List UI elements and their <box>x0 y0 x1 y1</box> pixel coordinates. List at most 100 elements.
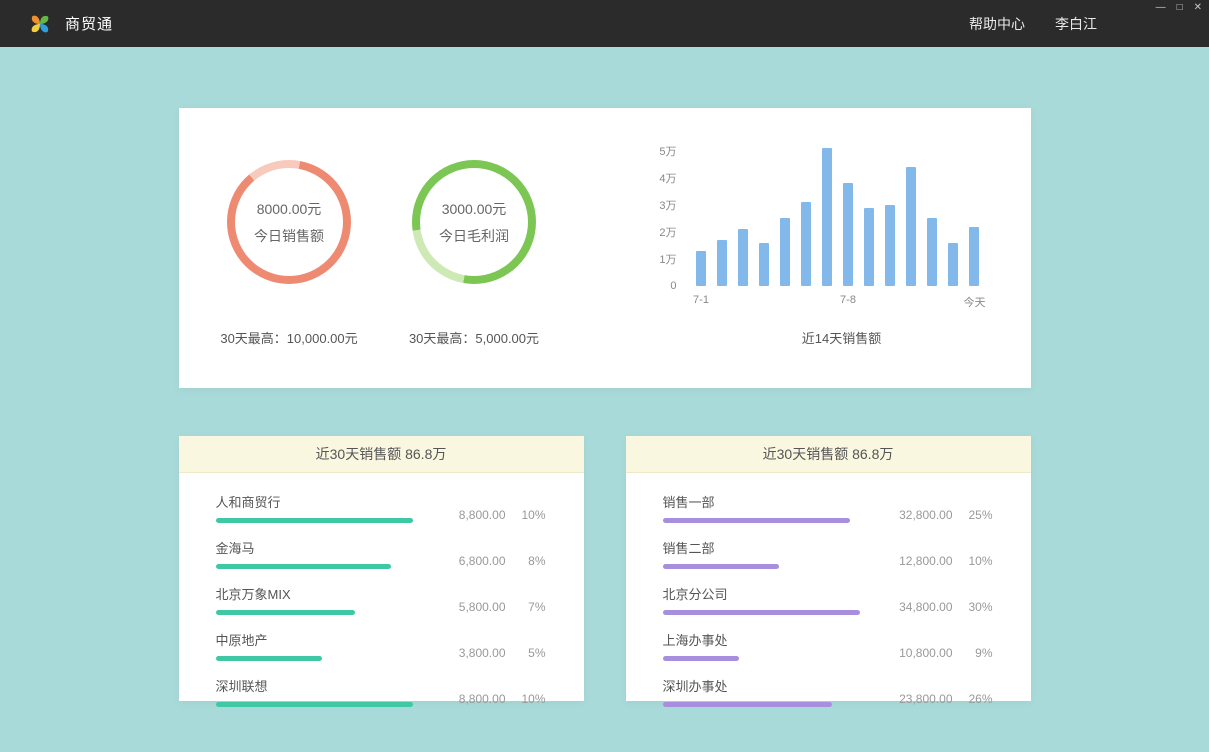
sales-label: 今日销售额 <box>235 226 343 246</box>
ranking-row-item: 销售一部 32,800.0025% <box>663 492 993 523</box>
ranking-item-name: 中原地产 <box>216 630 413 649</box>
ranking-row-left: 深圳办事处 <box>663 676 860 707</box>
topbar-menu: 帮助中心 李白江 <box>969 14 1097 34</box>
x-axis-tick: 7-1 <box>691 294 712 310</box>
bar <box>843 183 853 286</box>
ranking-item-percent: 5% <box>518 646 546 660</box>
bar-column <box>817 148 838 286</box>
bar <box>927 218 937 286</box>
ranking-row-right: 32,800.0025% <box>887 508 993 523</box>
ranking-item-bar <box>216 702 413 707</box>
x-axis-tick <box>817 294 838 310</box>
ranking-item-value: 32,800.00 <box>887 508 953 522</box>
x-axis-tick <box>901 294 922 310</box>
x-axis-tick <box>733 294 754 310</box>
x-axis-tick <box>775 294 796 310</box>
ranking-item-bar <box>663 656 740 661</box>
ranking-row-left: 上海办事处 <box>663 630 860 661</box>
ranking-item-name: 上海办事处 <box>663 630 860 649</box>
bar <box>969 227 979 286</box>
top-bar: 商贸通 帮助中心 李白江 — □ ✕ <box>0 0 1209 47</box>
bar-column <box>733 229 754 286</box>
today-profit-gauge: 3000.00元 今日毛利润 30天最高：5,000.00元 <box>392 160 557 388</box>
help-center-link[interactable]: 帮助中心 <box>969 14 1025 34</box>
ranking-item-value: 5,800.00 <box>440 600 506 614</box>
x-axis-tick <box>922 294 943 310</box>
ranking-row-right: 34,800.0030% <box>887 600 993 615</box>
ranking-row-item: 金海马6,800.008% <box>216 538 546 569</box>
ranking-item-name: 北京分公司 <box>663 584 860 603</box>
x-axis-tick <box>712 294 733 310</box>
ranking-item-value: 12,800.00 <box>887 554 953 568</box>
app-title: 商贸通 <box>65 13 113 34</box>
close-button[interactable]: ✕ <box>1194 2 1202 14</box>
ranking-item-bar <box>216 564 391 569</box>
ranking-row-left: 销售一部 <box>663 492 860 523</box>
ranking-item-name: 深圳办事处 <box>663 676 860 695</box>
ranking-row: 近30天销售额 86.8万 人和商贸行 8,800.00 10% 金海马6,800.0… <box>179 436 1031 701</box>
ranking-row-right: 8,800.00 10% <box>440 508 546 523</box>
bar-chart-x-axis: 7-1 7-8 今天 <box>651 294 993 310</box>
ranking-row-right: 3,800.005% <box>440 646 546 661</box>
ranking-item-value: 8,800.00 <box>440 508 506 522</box>
ranking-item-percent: 10% <box>518 692 546 706</box>
user-name-link[interactable]: 李白江 <box>1055 14 1097 34</box>
summary-card: 8000.00元 今日销售额 30天最高：10,000.00元 3000.00元… <box>179 108 1031 388</box>
x-axis-tick <box>754 294 775 310</box>
sales-30day-max: 30天最高：10,000.00元 <box>207 328 372 347</box>
ranking-row-right: 5,800.00 7% <box>440 600 546 615</box>
ranking-row-item: 北京万象MIX5,800.007% <box>216 584 546 615</box>
bar-chart-plot: 01万2万3万4万5万 <box>651 146 993 286</box>
sales-value: 8000.00元 <box>235 199 343 219</box>
department-ranking-card: 近30天销售额 86.8万 销售一部32,800.0025%销售二部12,800… <box>626 436 1031 701</box>
ranking-item-value: 34,800.00 <box>887 600 953 614</box>
x-axis-tick: 今天 <box>964 294 985 310</box>
bar-column <box>943 243 964 286</box>
profit-label: 今日毛利润 <box>420 226 528 246</box>
ranking-row-item: 中原地产 3,800.005% <box>216 630 546 661</box>
customer-ranking-card: 近30天销售额 86.8万 人和商贸行 8,800.00 10% 金海马6,800.0… <box>179 436 584 701</box>
sales-donut-ring: 8000.00元 今日销售额 <box>227 160 351 284</box>
profit-value: 3000.00元 <box>420 199 528 219</box>
ranking-row-item: 深圳办事处 23,800.0026% <box>663 676 993 707</box>
customer-ranking-title: 近30天销售额 86.8万 <box>179 436 584 473</box>
bar-column <box>964 227 985 286</box>
ranking-row-item: 深圳联想8,800.0010% <box>216 676 546 707</box>
ranking-item-percent: 10% <box>518 508 546 522</box>
bar-chart-caption: 近14天销售额 <box>651 328 993 347</box>
minimize-button[interactable]: — <box>1156 2 1166 14</box>
ranking-item-percent: 8% <box>518 554 546 568</box>
ranking-row-item: 人和商贸行 8,800.00 10% <box>216 492 546 523</box>
ranking-item-value: 23,800.00 <box>887 692 953 706</box>
bar-chart-bars <box>691 148 985 286</box>
ranking-item-name: 人和商贸行 <box>216 492 413 511</box>
x-axis-tick <box>859 294 880 310</box>
ranking-row-left: 北京分公司 <box>663 584 860 615</box>
ranking-item-bar <box>663 518 850 523</box>
maximize-button[interactable]: □ <box>1177 2 1183 14</box>
bar-column <box>859 208 880 286</box>
y-axis-tick: 3万 <box>651 197 677 213</box>
bar <box>948 243 958 286</box>
profit-donut-ring: 3000.00元 今日毛利润 <box>412 160 536 284</box>
y-axis-tick: 5万 <box>651 143 677 159</box>
ranking-row-right: 8,800.0010% <box>440 692 546 707</box>
ranking-row-left: 人和商贸行 <box>216 492 413 523</box>
y-axis-tick: 4万 <box>651 170 677 186</box>
ranking-row-left: 销售二部 <box>663 538 860 569</box>
sales-14day-chart: 01万2万3万4万5万 7-17-8今天 近14天销售额 <box>651 146 993 388</box>
ranking-row-right: 23,800.0026% <box>887 692 993 707</box>
ranking-item-bar <box>216 518 413 523</box>
bar <box>738 229 748 286</box>
y-axis-tick: 2万 <box>651 224 677 240</box>
ranking-item-percent: 7% <box>518 600 546 614</box>
x-axis-tick <box>796 294 817 310</box>
bar-column <box>838 183 859 286</box>
ranking-row-right: 10,800.009% <box>887 646 993 661</box>
y-axis-tick: 1万 <box>651 251 677 267</box>
x-axis-tick: 7-8 <box>838 294 859 310</box>
x-axis-tick <box>943 294 964 310</box>
bar-column <box>712 240 733 286</box>
bar-column <box>775 218 796 286</box>
bar <box>822 148 832 286</box>
